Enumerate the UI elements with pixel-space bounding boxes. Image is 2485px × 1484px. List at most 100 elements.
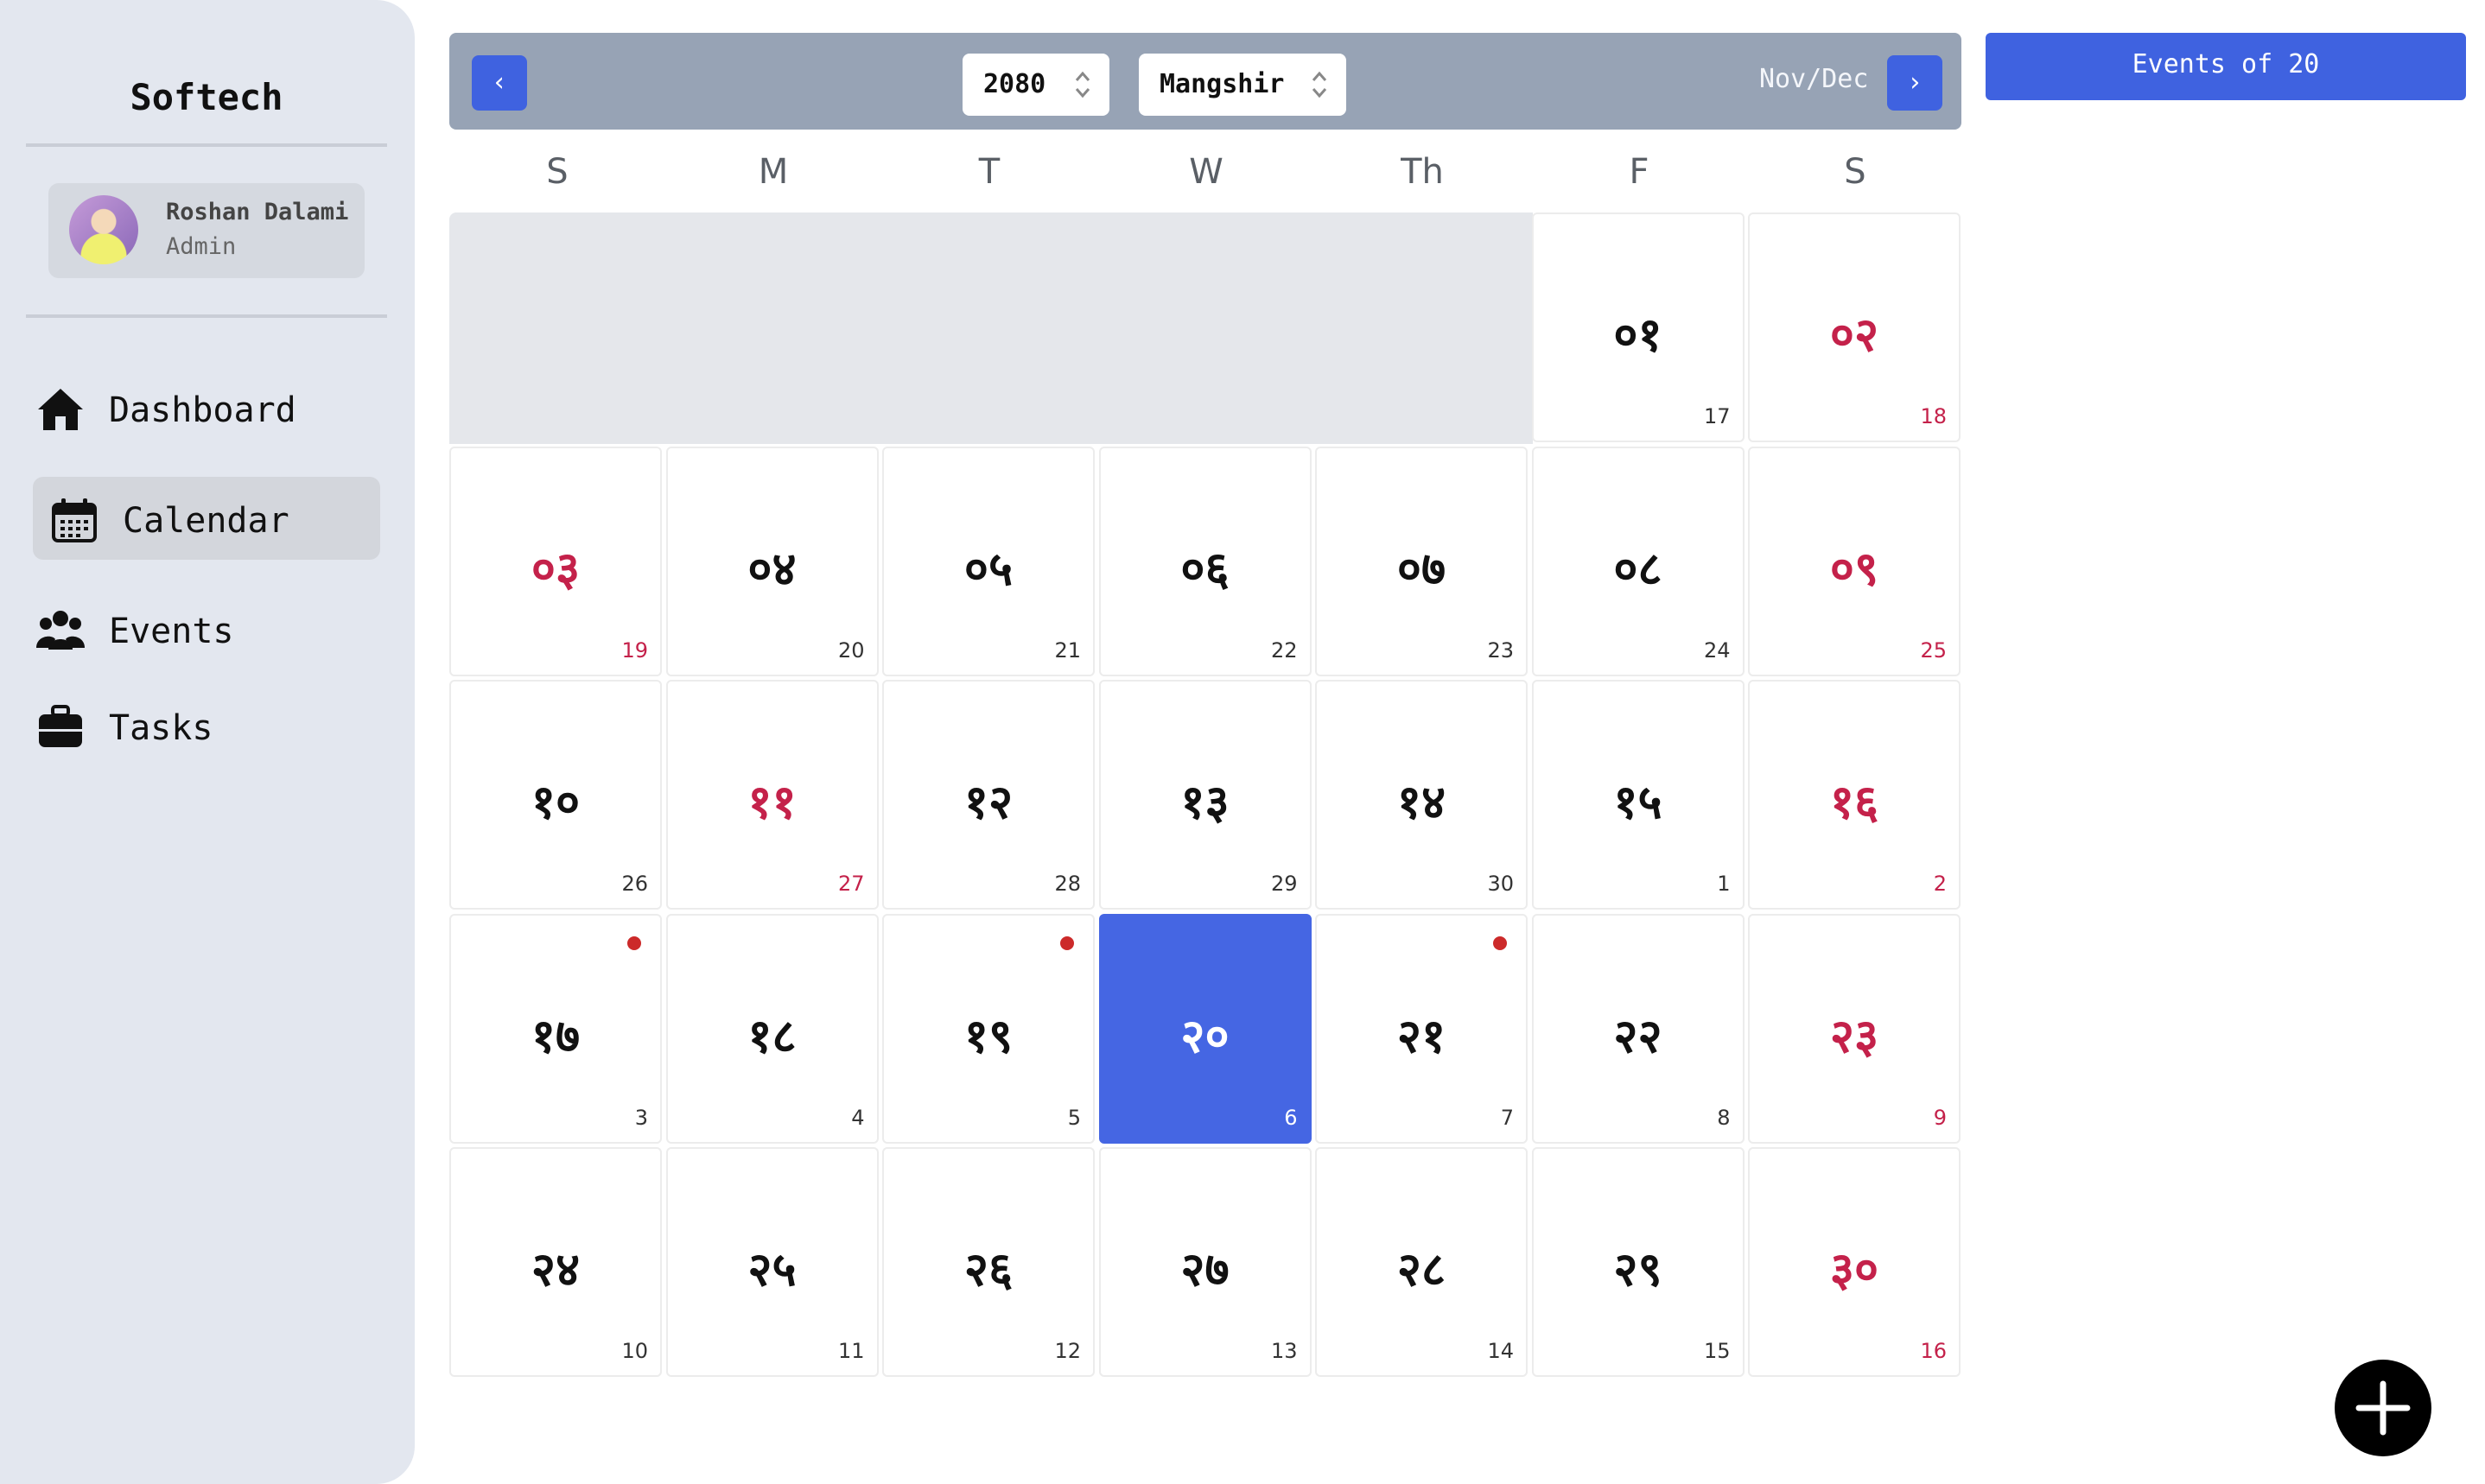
gregorian-date: 20 — [837, 637, 865, 663]
gregorian-date: 24 — [1703, 637, 1731, 663]
year-value: 2080 — [983, 69, 1046, 99]
day-cell[interactable]: ०४ 20 — [665, 446, 879, 676]
nepali-date: २६ — [963, 1242, 1014, 1297]
gregorian-date: 21 — [1054, 637, 1081, 663]
sidebar-item-tasks[interactable]: Tasks — [33, 684, 380, 767]
month-select[interactable]: Mangshir — [1139, 54, 1346, 116]
day-cell[interactable]: १२ 28 — [882, 680, 1095, 910]
sidebar-item-label: Dashboard — [109, 390, 296, 430]
gregorian-date: 1 — [1717, 872, 1731, 896]
profile-card[interactable]: Roshan Dalami Admin — [48, 183, 365, 278]
sidebar-item-label: Calendar — [123, 501, 289, 541]
day-cell[interactable]: ०५ 21 — [882, 446, 1095, 676]
day-cell[interactable]: ०२ 18 — [1748, 212, 1961, 442]
event-dot — [1060, 935, 1074, 950]
gregorian-date: 17 — [1703, 404, 1731, 428]
nepali-date: २३ — [1829, 1008, 1879, 1063]
prev-month-button[interactable]: ‹ — [472, 55, 527, 111]
day-cell[interactable]: २० 6 — [1098, 913, 1312, 1144]
chevron-updown-icon — [1075, 71, 1090, 98]
gregorian-date: 25 — [1920, 637, 1947, 663]
gregorian-date: 27 — [837, 872, 865, 896]
profile-role: Admin — [166, 233, 237, 260]
day-cell[interactable]: ११ 27 — [665, 680, 879, 910]
add-event-button[interactable] — [2335, 1360, 2431, 1456]
day-cell[interactable]: २२ 8 — [1531, 913, 1745, 1144]
nepali-date: १७ — [531, 1008, 581, 1063]
nepali-date: ०२ — [1829, 308, 1879, 362]
gregorian-date: 26 — [621, 872, 648, 896]
day-cell[interactable]: ०६ 22 — [1098, 446, 1312, 676]
weekday-header: S — [546, 152, 569, 192]
nepali-date: २९ — [1613, 1242, 1662, 1297]
divider — [26, 143, 387, 147]
month-value: Mangshir — [1160, 69, 1285, 99]
gregorian-date: 23 — [1487, 637, 1514, 663]
day-cell[interactable]: २८ 14 — [1315, 1147, 1528, 1377]
day-cell[interactable]: १९ 5 — [882, 913, 1095, 1144]
day-cell[interactable]: २३ 9 — [1748, 913, 1961, 1144]
event-dot — [1493, 935, 1507, 950]
nepali-date: ११ — [747, 775, 797, 829]
nepali-date: ०४ — [747, 541, 797, 596]
day-cell[interactable]: १५ 1 — [1531, 680, 1745, 910]
weekday-header: M — [758, 152, 789, 192]
users-icon — [36, 611, 85, 650]
nepali-date: १९ — [963, 1008, 1014, 1063]
gregorian-date: 5 — [1067, 1105, 1081, 1130]
nepali-date: २८ — [1396, 1242, 1446, 1297]
gregorian-date: 10 — [621, 1339, 648, 1363]
nepali-date: १४ — [1396, 775, 1446, 829]
gregorian-date: 28 — [1054, 872, 1081, 896]
sidebar: Softech Roshan Dalami Admin Dashboard Ca… — [0, 0, 415, 1484]
events-panel-button[interactable]: Events of 20 — [1986, 33, 2466, 100]
sidebar-item-events[interactable]: Events — [33, 587, 380, 670]
nepali-date: ३० — [1829, 1242, 1879, 1297]
day-cell[interactable]: २४ 10 — [449, 1147, 662, 1377]
day-cell[interactable]: ०३ 19 — [449, 446, 662, 676]
next-month-button[interactable]: › — [1887, 55, 1942, 111]
gregorian-date: 11 — [837, 1339, 865, 1363]
day-cell[interactable]: १७ 3 — [449, 913, 662, 1144]
day-cell[interactable]: २६ 12 — [882, 1147, 1095, 1377]
day-cell[interactable]: १६ 2 — [1748, 680, 1961, 910]
gregorian-date: 30 — [1487, 872, 1514, 896]
plus-icon — [2355, 1380, 2411, 1436]
event-dot — [627, 935, 641, 950]
nepali-date: ०१ — [1613, 308, 1662, 362]
day-cell[interactable]: २१ 7 — [1315, 913, 1528, 1144]
sidebar-item-calendar[interactable]: Calendar — [33, 477, 380, 560]
nepali-date: २१ — [1396, 1008, 1446, 1063]
gregorian-date: 19 — [621, 637, 648, 663]
gregorian-date: 2 — [1933, 872, 1947, 896]
gregorian-date: 16 — [1920, 1339, 1947, 1363]
gregorian-date: 18 — [1920, 404, 1947, 428]
day-cell[interactable]: १३ 29 — [1098, 680, 1312, 910]
gregorian-date: 13 — [1270, 1339, 1298, 1363]
gregorian-date: 12 — [1054, 1339, 1081, 1363]
day-cell[interactable]: ०९ 25 — [1748, 446, 1961, 676]
day-cell[interactable]: २९ 15 — [1531, 1147, 1745, 1377]
day-cell[interactable]: १८ 4 — [665, 913, 879, 1144]
gregorian-date: 29 — [1270, 872, 1298, 896]
divider — [26, 314, 387, 318]
year-select[interactable]: 2080 — [963, 54, 1109, 116]
day-cell[interactable]: ०८ 24 — [1531, 446, 1745, 676]
gregorian-month-range: Nov/Dec — [1759, 64, 1869, 94]
gregorian-date: 8 — [1717, 1105, 1731, 1130]
nepali-date: ०३ — [531, 541, 581, 596]
day-cell[interactable]: १४ 30 — [1315, 680, 1528, 910]
profile-name: Roshan Dalami — [166, 199, 349, 225]
nepali-date: १६ — [1829, 775, 1879, 829]
day-cell[interactable]: २५ 11 — [665, 1147, 879, 1377]
day-cell[interactable]: १० 26 — [449, 680, 662, 910]
sidebar-item-dashboard[interactable]: Dashboard — [33, 366, 380, 449]
gregorian-date: 15 — [1703, 1339, 1731, 1363]
day-cell[interactable]: ३० 16 — [1748, 1147, 1961, 1377]
weekday-header: Th — [1401, 152, 1444, 192]
nepali-date: १० — [531, 775, 581, 829]
day-cell[interactable]: ०१ 17 — [1531, 212, 1745, 442]
nepali-date: २० — [1180, 1008, 1230, 1063]
day-cell[interactable]: २७ 13 — [1098, 1147, 1312, 1377]
day-cell[interactable]: ०७ 23 — [1315, 446, 1528, 676]
